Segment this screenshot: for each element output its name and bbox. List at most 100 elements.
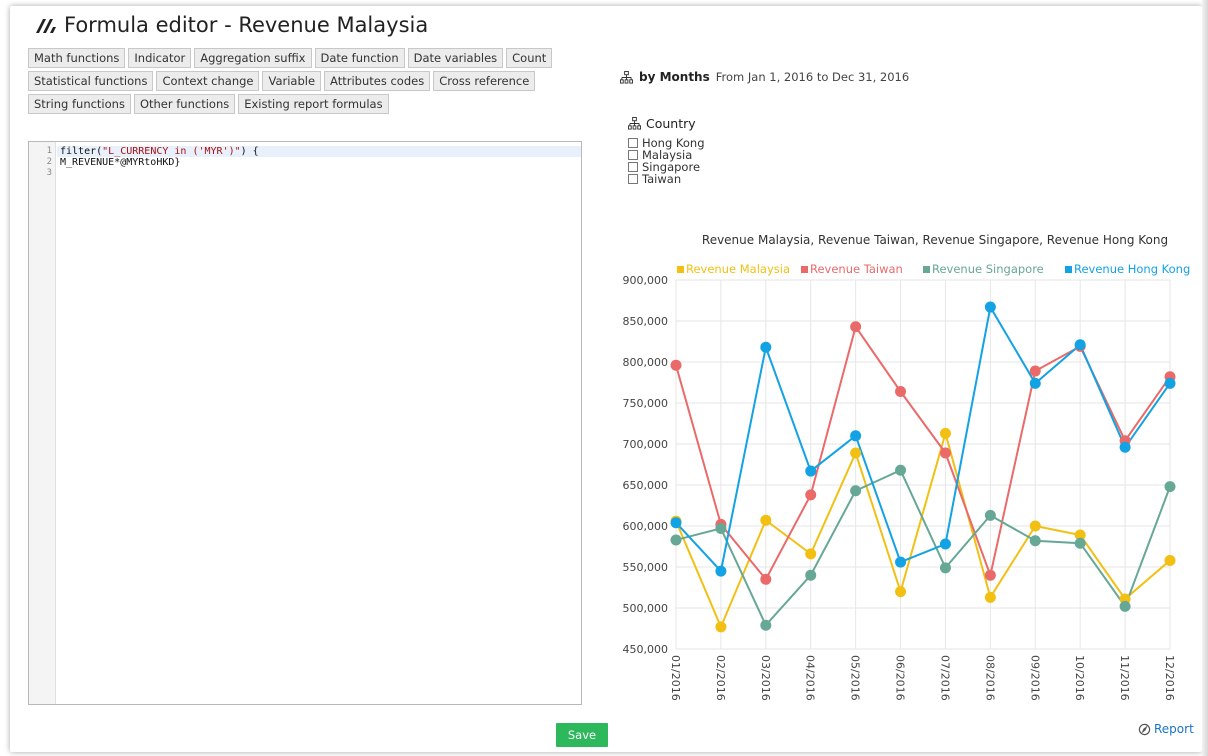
function-button-math-functions[interactable]: Math functions [28,48,126,68]
hierarchy-icon [628,117,641,130]
line-number: 2 [46,157,52,167]
code-line[interactable]: M_REVENUE*@MYRtoHKD} [57,157,581,168]
report-link[interactable]: Report [1138,722,1194,736]
report-link-label: Report [1154,722,1194,736]
data-point[interactable] [805,548,817,560]
data-point[interactable] [1029,535,1041,547]
function-button-other-functions[interactable]: Other functions [133,94,236,114]
y-tick-label: 650,000 [623,479,669,492]
legend-entry[interactable]: Revenue Hong Kong [1074,262,1190,276]
code-token: M_REVENUE*@MYRtoHKD} [60,157,181,168]
function-button-string-functions[interactable]: String functions [28,94,131,114]
y-tick-label: 750,000 [623,397,669,410]
y-tick-label: 900,000 [623,274,669,287]
x-tick-label: 01/2016 [669,655,682,701]
country-checkbox[interactable] [628,150,638,160]
data-point[interactable] [1119,441,1131,453]
data-point[interactable] [895,386,907,398]
data-point[interactable] [895,586,907,598]
data-point[interactable] [984,569,996,581]
data-point[interactable] [850,447,862,459]
data-point[interactable] [715,565,727,577]
x-tick-label: 06/2016 [894,655,907,701]
data-point[interactable] [850,321,862,333]
x-tick-label: 03/2016 [759,655,772,701]
data-point[interactable] [984,301,996,313]
function-button-aggregation-suffix[interactable]: Aggregation suffix [194,48,312,68]
country-options: Hong Kong Malaysia Singapore Taiwan [628,137,705,185]
speedometer-icon [36,19,56,33]
country-filter: Country Hong Kong Malaysia Singapore Taiwan [628,116,705,185]
series-line [675,324,1171,582]
data-point[interactable] [1119,600,1131,612]
data-point[interactable] [984,509,996,521]
data-point[interactable] [939,447,951,459]
save-button[interactable]: Save [556,723,608,747]
data-point[interactable] [1029,377,1041,389]
page-title: Formula editor - Revenue Malaysia [64,13,429,37]
data-point[interactable] [895,464,907,476]
data-point[interactable] [939,562,951,574]
legend-entry[interactable]: Revenue Taiwan [810,262,903,276]
data-point[interactable] [760,514,772,526]
function-button-variable[interactable]: Variable [262,71,322,91]
data-point[interactable] [760,573,772,585]
function-button-date-function[interactable]: Date function [314,48,405,68]
code-token: filter( [60,146,103,157]
data-point[interactable] [850,485,862,497]
y-tick-label: 550,000 [623,561,669,574]
y-tick-label: 700,000 [623,438,669,451]
data-point[interactable] [805,465,817,477]
x-tick-label: 11/2016 [1118,655,1131,701]
data-point[interactable] [805,489,817,501]
function-button-existing-report-formulas[interactable]: Existing report formulas [238,94,389,114]
data-point[interactable] [1029,365,1041,377]
dimension-label[interactable]: by Months [639,70,710,84]
country-checkbox[interactable] [628,162,638,172]
country-option-taiwan[interactable]: Taiwan [628,173,705,185]
data-point[interactable] [1164,481,1176,493]
function-button-attributes-codes[interactable]: Attributes codes [324,71,431,91]
data-point[interactable] [1029,520,1041,532]
code-token: ) { [240,146,259,157]
code-line[interactable]: filter("L_CURRENCY in ('MYR')") { [57,146,581,157]
title-bar: Formula editor - Revenue Malaysia [34,10,428,40]
data-point[interactable] [670,534,682,546]
data-point[interactable] [939,538,951,550]
function-button-date-variables[interactable]: Date variables [407,48,504,68]
data-point[interactable] [715,522,727,534]
data-point[interactable] [1164,377,1176,389]
data-point[interactable] [895,556,907,568]
data-point[interactable] [715,621,727,633]
series-line [675,429,1171,630]
data-point[interactable] [670,359,682,371]
country-option-label: Taiwan [642,172,682,186]
data-point[interactable] [1164,554,1176,566]
x-tick-label: 05/2016 [849,655,862,701]
data-point[interactable] [850,430,862,442]
function-button-statistical-functions[interactable]: Statistical functions [28,71,154,91]
data-point[interactable] [984,591,996,603]
data-point[interactable] [1074,537,1086,549]
data-point[interactable] [939,427,951,439]
data-point[interactable] [670,517,682,529]
code-line[interactable] [57,168,581,179]
data-point[interactable] [760,619,772,631]
data-point[interactable] [1074,339,1086,351]
legend-entry[interactable]: Revenue Singapore [932,262,1044,276]
function-button-context-change[interactable]: Context change [156,71,260,91]
function-button-cross-reference[interactable]: Cross reference [433,71,536,91]
legend-swatch [801,266,808,273]
page-edge [1202,0,1208,756]
function-button-row: String functions Other functions Existing … [28,94,578,114]
legend-entry[interactable]: Revenue Malaysia [686,262,790,276]
country-checkbox[interactable] [628,174,638,184]
code-editor[interactable]: 123 filter("L_CURRENCY in ('MYR')") {M_R… [28,141,582,705]
function-button-count[interactable]: Count [506,48,553,68]
data-point[interactable] [805,569,817,581]
function-button-indicator[interactable]: Indicator [128,48,192,68]
country-checkbox[interactable] [628,138,638,148]
y-tick-label: 850,000 [623,315,669,328]
code-area[interactable]: filter("L_CURRENCY in ('MYR')") {M_REVEN… [57,142,581,704]
data-point[interactable] [760,341,772,353]
